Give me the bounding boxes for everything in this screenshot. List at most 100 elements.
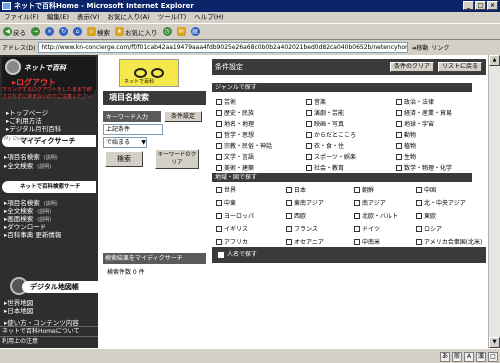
genre-checkbox-item[interactable]: 政治・法律 xyxy=(396,97,434,106)
genre-checkbox-item[interactable]: 地球・宇宙 xyxy=(396,119,434,128)
region-checkbox-item[interactable]: 東欧 xyxy=(416,211,436,220)
genre-checkbox-item[interactable]: スポーツ・娯楽 xyxy=(306,152,356,161)
region-checkbox-item[interactable]: アメリカ合衆国(北米) xyxy=(416,237,482,246)
checkbox-box[interactable] xyxy=(416,212,422,219)
checkbox-box[interactable] xyxy=(216,212,222,219)
region-checkbox-item[interactable]: ヨーロッパ xyxy=(216,211,254,220)
checkbox-box[interactable] xyxy=(396,131,402,138)
checkbox-box[interactable] xyxy=(306,109,312,116)
menu-help[interactable]: ヘルプ(H) xyxy=(194,12,223,23)
checkbox-box[interactable] xyxy=(306,164,312,171)
checkbox-box[interactable] xyxy=(396,98,402,105)
checkbox-box[interactable] xyxy=(416,199,422,206)
links-button[interactable]: リンク xyxy=(431,43,449,52)
genre-checkbox-item[interactable]: 美術・建築 xyxy=(216,163,254,172)
checkbox-box[interactable] xyxy=(216,120,222,127)
genre-checkbox-item[interactable]: 社会・教育 xyxy=(306,163,344,172)
checkbox-box[interactable] xyxy=(396,120,402,127)
checkbox-box[interactable] xyxy=(354,186,360,193)
clear-keyword-button[interactable]: キーワードのクリア xyxy=(155,149,199,169)
checkbox-box[interactable] xyxy=(216,164,222,171)
checkbox-box[interactable] xyxy=(286,186,292,193)
genre-checkbox-item[interactable]: 哲学・思想 xyxy=(216,130,254,139)
genre-checkbox-item[interactable]: 宗教・民俗・神話 xyxy=(216,141,272,150)
checkbox-box[interactable] xyxy=(286,199,292,206)
search-button[interactable]: ⌕ 検索 xyxy=(87,27,110,37)
checkbox-box[interactable] xyxy=(216,225,222,232)
menu-view[interactable]: 表示(V) xyxy=(77,12,100,23)
region-checkbox-item[interactable]: 中国 xyxy=(416,185,436,194)
checkbox-box[interactable] xyxy=(286,225,292,232)
back-button[interactable]: ◀ 戻る xyxy=(3,27,26,37)
region-checkbox-item[interactable]: 西欧 xyxy=(286,211,306,220)
vertical-scrollbar[interactable]: ▲ ▼ xyxy=(488,55,500,348)
ime-kanji-icon[interactable]: 漢 xyxy=(476,351,486,362)
condition-setting-button[interactable]: 条件設定 xyxy=(164,111,202,122)
checkbox-box[interactable] xyxy=(216,131,222,138)
checkbox-box[interactable] xyxy=(216,199,222,206)
checkbox-box[interactable] xyxy=(306,98,312,105)
print-button[interactable]: ▤ xyxy=(190,27,200,36)
match-type-select[interactable]: で始まる ▼ xyxy=(103,137,147,148)
checkbox-box[interactable] xyxy=(396,109,402,116)
home-button[interactable]: ⌂ xyxy=(73,27,82,36)
maximize-button[interactable]: □ xyxy=(475,1,486,10)
checkbox-box[interactable] xyxy=(416,238,422,245)
region-checkbox-item[interactable]: 世界 xyxy=(216,185,236,194)
region-checkbox-item[interactable]: 朝鮮 xyxy=(354,185,374,194)
forward-button[interactable]: → xyxy=(31,27,40,36)
checkbox-box[interactable] xyxy=(216,186,222,193)
mail-button[interactable]: ✉ xyxy=(176,27,186,36)
checkbox-box[interactable] xyxy=(286,212,292,219)
close-button[interactable]: × xyxy=(487,1,498,10)
monthly-digital-link[interactable]: ▸デジタル月刊百科 xyxy=(6,123,61,133)
checkbox-box[interactable] xyxy=(354,199,360,206)
favorites-button[interactable]: ★ お気に入り xyxy=(115,27,158,37)
update-info-link[interactable]: ▸百科事典 更新情報 xyxy=(4,229,61,239)
mydic-fulltext-search-link[interactable]: ▸全文検索 (説明) xyxy=(4,160,51,170)
stop-button[interactable]: × xyxy=(45,27,54,36)
genre-checkbox-item[interactable]: 動物 xyxy=(396,130,416,139)
checkbox-box[interactable] xyxy=(416,186,422,193)
genre-checkbox-item[interactable]: 演劇・芸能 xyxy=(306,108,344,117)
checkbox-box[interactable] xyxy=(216,153,222,160)
genre-checkbox-item[interactable]: 経済・産業・貿易 xyxy=(396,108,452,117)
keyword-input[interactable]: 上記条件 xyxy=(103,124,163,135)
region-checkbox-item[interactable]: 中南米 xyxy=(354,237,380,246)
history-button[interactable]: ◷ xyxy=(162,27,172,36)
genre-checkbox-item[interactable]: 歴史・民族 xyxy=(216,108,254,117)
checkbox-box[interactable] xyxy=(416,225,422,232)
genre-checkbox-item[interactable]: 数学・物理・化学 xyxy=(396,163,452,172)
person-search-bar[interactable]: 人名で探す xyxy=(212,247,486,263)
checkbox-box[interactable] xyxy=(396,142,402,149)
region-checkbox-item[interactable]: 東南アジア xyxy=(286,198,324,207)
region-checkbox-item[interactable]: アフリカ xyxy=(216,237,248,246)
scroll-up-icon[interactable]: ▲ xyxy=(489,55,500,66)
genre-checkbox-item[interactable]: 芸術 xyxy=(216,97,236,106)
region-checkbox-item[interactable]: イギリス xyxy=(216,224,248,233)
checkbox-box[interactable] xyxy=(354,212,360,219)
ime-hiragana-icon[interactable]: あ xyxy=(440,351,450,362)
refresh-button[interactable]: ↻ xyxy=(59,27,68,36)
person-checkbox[interactable] xyxy=(218,251,224,258)
ime-mode-icon[interactable]: 般 xyxy=(452,351,462,362)
search-submit-button[interactable]: 検索 xyxy=(105,151,143,167)
go-button[interactable]: ➜移動 xyxy=(411,43,428,52)
checkbox-box[interactable] xyxy=(216,238,222,245)
region-checkbox-item[interactable]: オセアニア xyxy=(286,237,324,246)
region-checkbox-item[interactable]: 北・中央アジア xyxy=(416,198,466,207)
scroll-down-icon[interactable]: ▼ xyxy=(489,337,500,348)
genre-checkbox-item[interactable]: からだとこころ xyxy=(306,130,356,139)
checkbox-box[interactable] xyxy=(306,131,312,138)
genre-checkbox-item[interactable]: 音楽 xyxy=(306,97,326,106)
genre-checkbox-item[interactable]: 植物 xyxy=(396,141,416,150)
region-checkbox-item[interactable]: ロシア xyxy=(416,224,442,233)
genre-checkbox-item[interactable]: 衣・食・住 xyxy=(306,141,344,150)
minimize-button[interactable]: _ xyxy=(463,1,474,10)
checkbox-box[interactable] xyxy=(396,153,402,160)
address-input[interactable]: http://www.kn-concierge.com/ff/f01cab42a… xyxy=(38,42,409,53)
region-checkbox-item[interactable]: ドイツ xyxy=(354,224,380,233)
region-checkbox-item[interactable]: 南アジア xyxy=(354,198,386,207)
about-link[interactable]: ネットで百科Homeについて xyxy=(0,326,98,336)
checkbox-box[interactable] xyxy=(216,109,222,116)
